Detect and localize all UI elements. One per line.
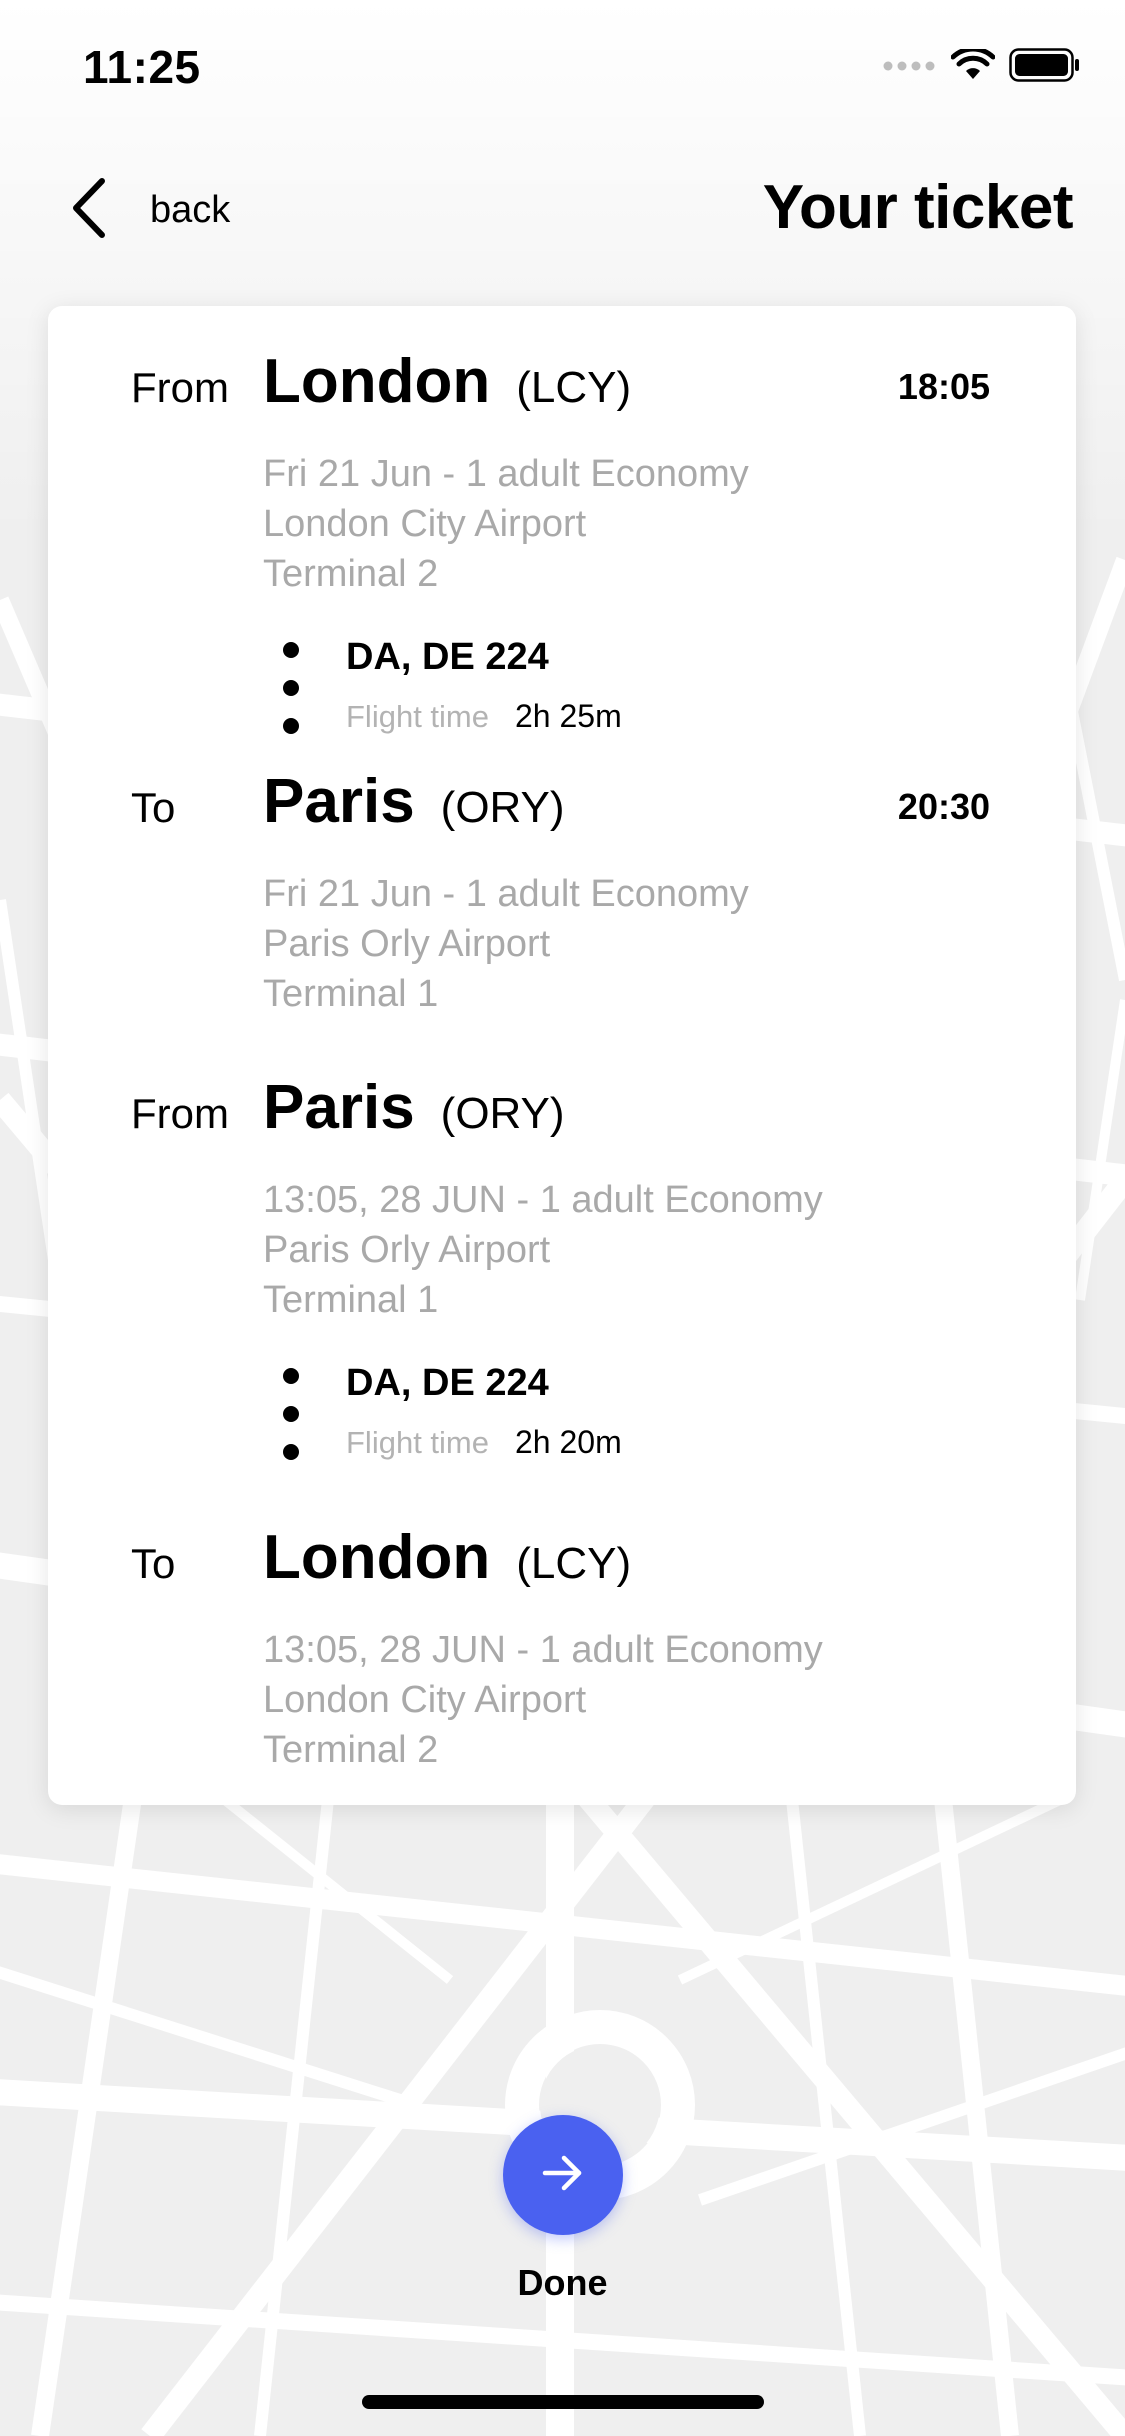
route-dots <box>283 636 299 746</box>
segment-details: Fri 21 Jun - 1 adult Economy Paris Orly … <box>263 873 749 1015</box>
segment-label: From <box>131 1090 229 1137</box>
back-label: back <box>150 188 231 231</box>
segment-time: 20:30 <box>897 786 990 827</box>
segment-label: From <box>131 364 229 411</box>
flight-time-row: Flight time 2h 20m <box>346 1424 622 1461</box>
segment-airport-code: (ORY) <box>440 783 565 832</box>
segment-time: 18:05 <box>897 366 990 407</box>
home-indicator <box>362 2395 764 2409</box>
segment-details: 13:05, 28 JUN - 1 adult Economy London C… <box>263 1629 823 1771</box>
segment-airport-code: (LCY) <box>516 363 632 412</box>
back-button[interactable]: back <box>70 170 230 250</box>
done-label: Done <box>517 2262 608 2303</box>
status-icons <box>883 46 1081 87</box>
segment-airport-code: (ORY) <box>440 1089 565 1138</box>
segment-city: Paris (ORY) <box>263 1073 565 1142</box>
segment-details: Fri 21 Jun - 1 adult Economy London City… <box>263 453 749 595</box>
flight-time-row: Flight time 2h 25m <box>346 698 622 735</box>
segment-city: London (LCY) <box>263 1523 632 1592</box>
segment-details: 13:05, 28 JUN - 1 adult Economy Paris Or… <box>263 1179 823 1321</box>
flight-number: DA, DE 224 <box>346 636 549 678</box>
wifi-icon <box>950 46 996 86</box>
segment-city: London (LCY) <box>263 347 632 416</box>
page-title: Your ticket <box>762 173 1074 242</box>
signal-dots-icon <box>883 59 937 77</box>
header: back Your ticket <box>0 150 1125 270</box>
arrow-right-icon <box>541 2153 585 2198</box>
chevron-left-icon <box>70 177 110 244</box>
status-bar: 11:25 <box>0 0 1125 140</box>
segment-label: To <box>131 784 176 831</box>
route-dots <box>283 1362 299 1472</box>
segment-airport-code: (LCY) <box>516 1539 632 1588</box>
flight-time-label: Flight time <box>346 699 489 734</box>
done-button[interactable] <box>503 2115 623 2235</box>
battery-icon <box>1009 48 1081 87</box>
flight-duration: 2h 20m <box>514 1424 622 1460</box>
flight-info: DA, DE 224 Flight time 2h 20m <box>48 1362 1076 1472</box>
segment-label: To <box>131 1540 176 1587</box>
segment-city: Paris (ORY) <box>263 767 565 836</box>
status-time: 11:25 <box>83 41 201 93</box>
flight-duration: 2h 25m <box>514 698 622 734</box>
flight-time-label: Flight time <box>346 1425 489 1460</box>
flight-number: DA, DE 224 <box>346 1362 549 1404</box>
flight-info: DA, DE 224 Flight time 2h 25m <box>48 636 1076 746</box>
ticket-card: From London (LCY) 18:05 Fri 21 Jun - 1 ad… <box>48 306 1076 1805</box>
